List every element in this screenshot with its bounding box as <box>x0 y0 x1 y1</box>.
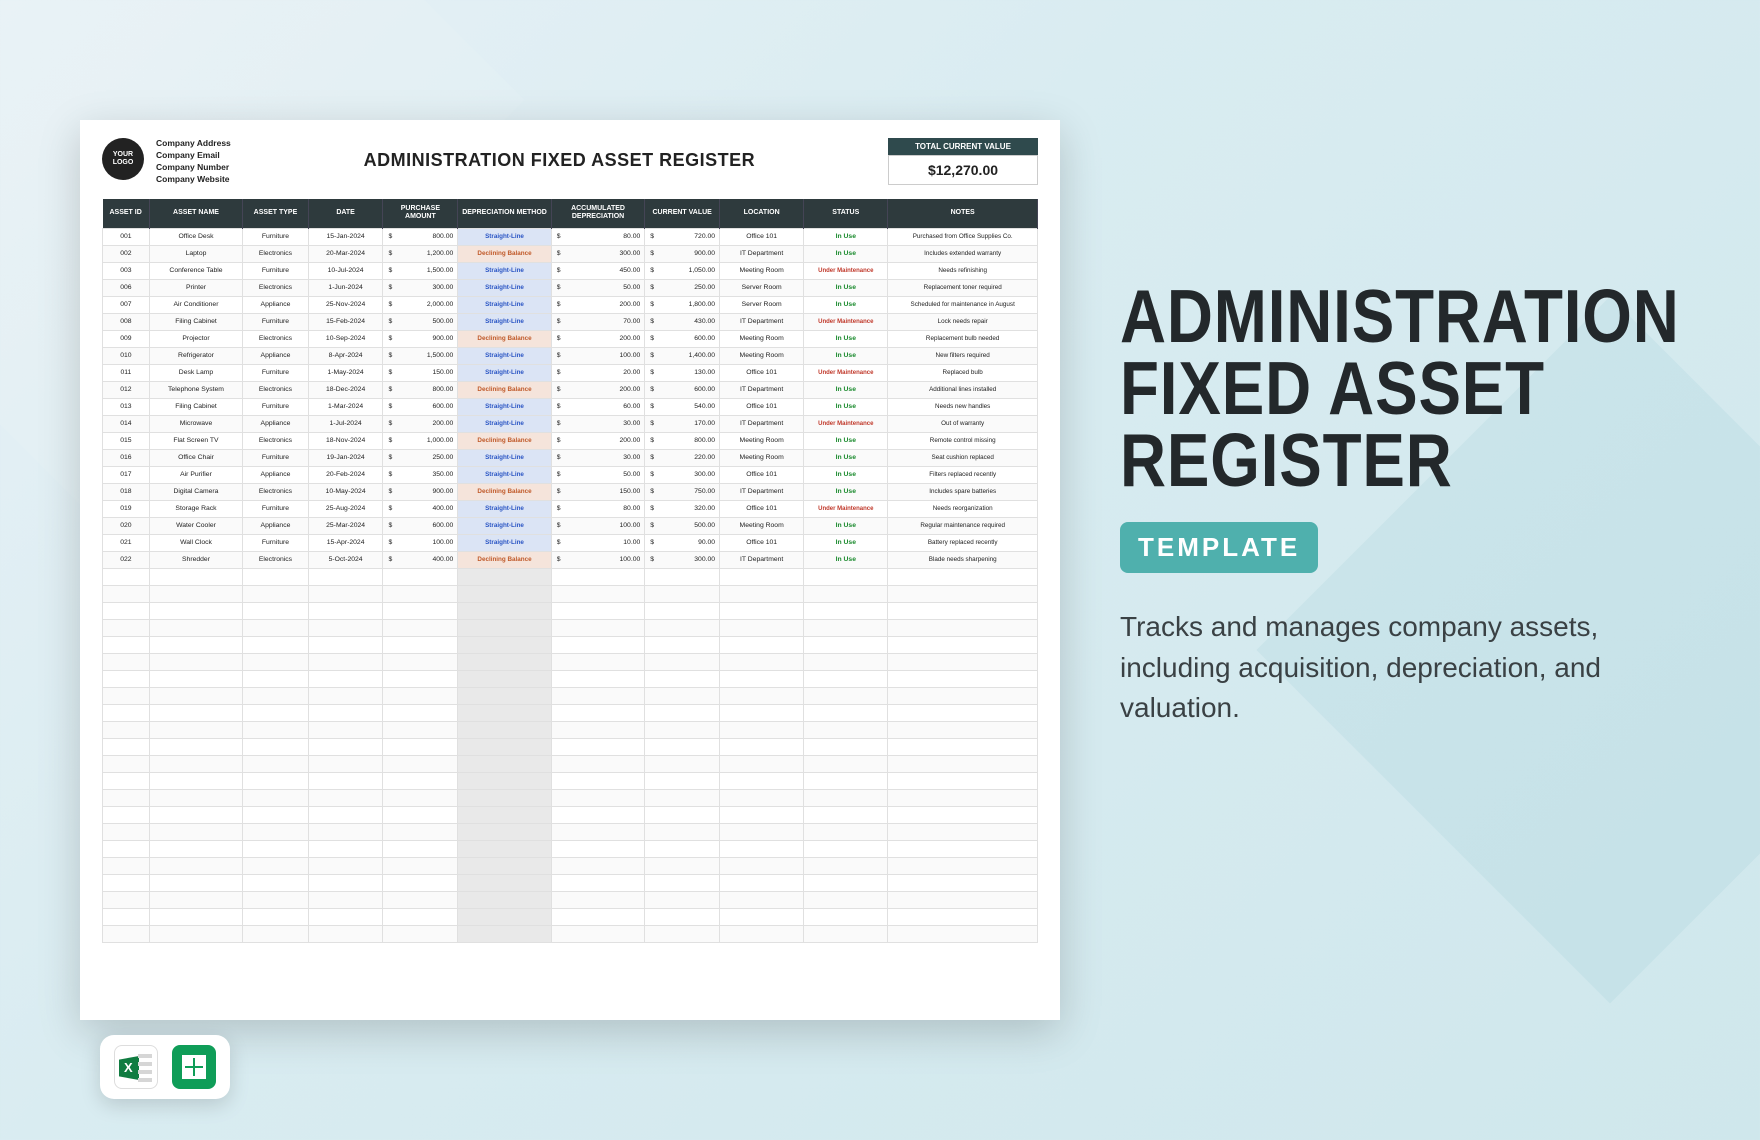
table-row: 015Flat Screen TVElectronics18-Nov-20241… <box>103 432 1038 449</box>
col-header: ASSET NAME <box>149 199 243 228</box>
table-row-empty <box>103 738 1038 755</box>
table-row: 017Air PurifierAppliance20-Feb-2024350.0… <box>103 466 1038 483</box>
spreadsheet-preview: YOUR LOGO Company Address Company Email … <box>80 120 1060 1020</box>
col-header: LOCATION <box>720 199 804 228</box>
excel-icon <box>114 1045 158 1089</box>
promo-title: Administration Fixed Asset Register <box>1120 280 1596 496</box>
col-header: NOTES <box>888 199 1038 228</box>
company-website: Company Website <box>156 174 231 184</box>
table-row-empty <box>103 704 1038 721</box>
table-row-empty <box>103 670 1038 687</box>
table-row-empty <box>103 721 1038 738</box>
promo-description: Tracks and manages company assets, inclu… <box>1120 607 1640 729</box>
table-row: 003Conference TableFurniture10-Jul-20241… <box>103 262 1038 279</box>
table-row-empty <box>103 908 1038 925</box>
company-info: Company Address Company Email Company Nu… <box>156 138 231 184</box>
table-row: 016Office ChairFurniture19-Jan-2024250.0… <box>103 449 1038 466</box>
col-header: ASSET ID <box>103 199 150 228</box>
col-header: CURRENT VALUE <box>645 199 720 228</box>
company-address: Company Address <box>156 138 231 148</box>
table-row: 006PrinterElectronics1-Jun-2024300.00Str… <box>103 279 1038 296</box>
table-row: 022ShredderElectronics5-Oct-2024400.00De… <box>103 551 1038 568</box>
company-number: Company Number <box>156 162 231 172</box>
table-row-empty <box>103 653 1038 670</box>
table-row-empty <box>103 891 1038 908</box>
table-row-empty <box>103 687 1038 704</box>
total-label: TOTAL CURRENT VALUE <box>888 138 1038 155</box>
table-row: 007Air ConditionerAppliance25-Nov-20242,… <box>103 296 1038 313</box>
table-row-empty <box>103 602 1038 619</box>
template-tag: Template <box>1120 522 1318 573</box>
col-header: DEPRECIATION METHOD <box>458 199 552 228</box>
sheet-title: ADMINISTRATION FIXED ASSET REGISTER <box>243 150 876 171</box>
asset-table: ASSET IDASSET NAMEASSET TYPEDATEPURCHASE… <box>102 199 1038 943</box>
table-row-empty <box>103 840 1038 857</box>
table-row-empty <box>103 857 1038 874</box>
company-email: Company Email <box>156 150 231 160</box>
table-row: 002LaptopElectronics20-Mar-20241,200.00D… <box>103 245 1038 262</box>
total-value: $12,270.00 <box>888 155 1038 185</box>
format-badges <box>100 1035 230 1099</box>
table-row: 001Office DeskFurniture15-Jan-2024800.00… <box>103 228 1038 245</box>
title-line-3: Register <box>1120 424 1596 496</box>
col-header: ACCUMULATED DEPRECIATION <box>551 199 645 228</box>
table-row: 009ProjectorElectronics10-Sep-2024900.00… <box>103 330 1038 347</box>
table-row-empty <box>103 925 1038 942</box>
table-row: 019Storage RackFurniture25-Aug-2024400.0… <box>103 500 1038 517</box>
table-row-empty <box>103 585 1038 602</box>
table-row: 011Desk LampFurniture1-May-2024150.00Str… <box>103 364 1038 381</box>
table-row: 020Water CoolerAppliance25-Mar-2024600.0… <box>103 517 1038 534</box>
google-sheets-icon <box>172 1045 216 1089</box>
table-row: 008Filing CabinetFurniture15-Feb-2024500… <box>103 313 1038 330</box>
title-line-2: Fixed Asset <box>1120 352 1596 424</box>
table-row: 014MicrowaveAppliance1-Jul-2024200.00Str… <box>103 415 1038 432</box>
logo-placeholder: YOUR LOGO <box>102 138 144 180</box>
title-line-1: Administration <box>1120 280 1596 352</box>
table-row-empty <box>103 772 1038 789</box>
col-header: PURCHASE AMOUNT <box>383 199 458 228</box>
col-header: STATUS <box>804 199 888 228</box>
table-row-empty <box>103 823 1038 840</box>
table-row-empty <box>103 619 1038 636</box>
table-row-empty <box>103 568 1038 585</box>
table-row-empty <box>103 755 1038 772</box>
table-row: 012Telephone SystemElectronics18-Dec-202… <box>103 381 1038 398</box>
table-row: 010RefrigeratorAppliance8-Apr-20241,500.… <box>103 347 1038 364</box>
table-row-empty <box>103 789 1038 806</box>
col-header: ASSET TYPE <box>243 199 308 228</box>
table-row: 013Filing CabinetFurniture1-Mar-2024600.… <box>103 398 1038 415</box>
table-row-empty <box>103 806 1038 823</box>
total-current-value-box: TOTAL CURRENT VALUE $12,270.00 <box>888 138 1038 185</box>
table-row: 021Wall ClockFurniture15-Apr-2024100.00S… <box>103 534 1038 551</box>
table-row-empty <box>103 636 1038 653</box>
table-row-empty <box>103 874 1038 891</box>
table-row: 018Digital CameraElectronics10-May-20249… <box>103 483 1038 500</box>
col-header: DATE <box>308 199 383 228</box>
